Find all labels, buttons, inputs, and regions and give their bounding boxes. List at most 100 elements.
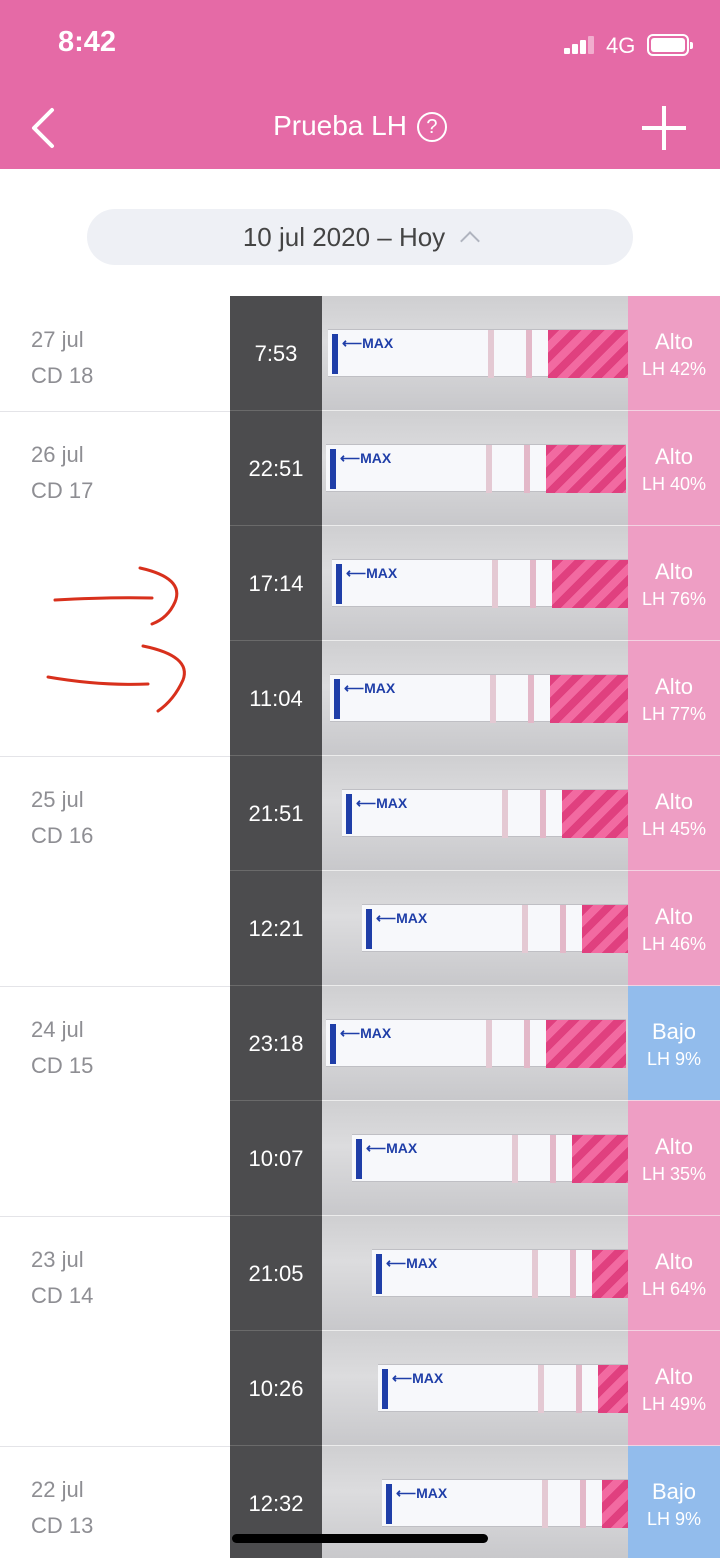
lh-level: Alto	[655, 329, 693, 354]
lh-result: Bajo LH 9%	[628, 1446, 720, 1558]
network-label: 4G	[606, 33, 636, 58]
test-row[interactable]: 10:26 ⟵MAX Alto LH 49%	[0, 1331, 720, 1446]
test-strip-photo[interactable]: ⟵MAX	[322, 411, 628, 526]
lh-percentage: LH 40%	[641, 474, 707, 494]
test-row[interactable]: 23 jul CD 14 21:05 ⟵MAX Alto LH 64%	[0, 1216, 720, 1331]
lh-result: Alto LH 46%	[628, 871, 720, 986]
strip-handle-bar	[332, 334, 338, 374]
strip-max-label: ⟵MAX	[356, 795, 408, 811]
chevron-up-icon	[460, 231, 481, 251]
cycle-day: CD 15	[31, 1053, 94, 1078]
lh-result: Alto LH 40%	[628, 411, 720, 526]
test-strip-photo[interactable]: ⟵MAX	[322, 986, 628, 1101]
control-line	[492, 560, 498, 608]
lh-percentage: LH 76%	[641, 589, 707, 609]
test-strip: ⟵MAX	[332, 559, 628, 608]
lh-percentage: LH 49%	[641, 1394, 707, 1414]
day-divider	[0, 1216, 230, 1217]
lh-percentage: LH 64%	[641, 1279, 707, 1299]
strip-logo-band	[550, 675, 628, 723]
date-range-selector[interactable]: 10 jul 2020 – Hoy	[87, 209, 633, 265]
day-label: 22 jul CD 13	[31, 1472, 93, 1544]
lh-level: Alto	[655, 904, 693, 929]
test-strip: ⟵MAX	[372, 1249, 628, 1298]
home-indicator	[232, 1534, 488, 1543]
test-strip: ⟵MAX	[326, 1019, 626, 1068]
red-arrow-annotation	[46, 566, 186, 713]
strip-max-label: ⟵MAX	[392, 1370, 444, 1386]
lh-percentage: LH 9%	[646, 1509, 702, 1529]
control-line	[532, 1250, 538, 1298]
test-line	[540, 790, 546, 838]
lh-result: Alto LH 35%	[628, 1101, 720, 1216]
add-test-button[interactable]	[640, 104, 688, 152]
strip-handle-bar	[336, 564, 342, 604]
strip-handle-bar	[366, 909, 372, 949]
test-time: 10:26	[230, 1331, 322, 1446]
strip-logo-band	[548, 330, 628, 378]
strip-logo-band	[552, 560, 628, 608]
lh-level: Alto	[655, 1364, 693, 1389]
test-strip-photo[interactable]: ⟵MAX	[322, 1101, 628, 1216]
strip-max-label: ⟵MAX	[346, 565, 398, 581]
signal-strength-icon	[564, 34, 598, 54]
test-row[interactable]: 25 jul CD 16 21:51 ⟵MAX Alto LH 45%	[0, 756, 720, 871]
lh-result: Bajo LH 9%	[628, 986, 720, 1101]
test-row[interactable]: 12:21 ⟵MAX Alto LH 46%	[0, 871, 720, 986]
test-row[interactable]: 27 jul CD 18 7:53 ⟵MAX Alto LH 42%	[0, 296, 720, 411]
test-row[interactable]: 10:07 ⟵MAX Alto LH 35%	[0, 1101, 720, 1216]
test-line	[576, 1365, 582, 1413]
control-line	[538, 1365, 544, 1413]
help-icon[interactable]: ?	[416, 112, 447, 142]
test-row[interactable]: 26 jul CD 17 22:51 ⟵MAX Alto LH 40%	[0, 411, 720, 526]
cycle-day: CD 16	[31, 823, 94, 848]
strip-handle-bar	[386, 1484, 392, 1524]
day-label: 24 jul CD 15	[31, 1012, 93, 1084]
test-line	[560, 905, 566, 953]
day-date: 22 jul	[31, 1477, 84, 1502]
test-row[interactable]: 24 jul CD 15 23:18 ⟵MAX Bajo LH 9%	[0, 986, 720, 1101]
test-strip-photo[interactable]: ⟵MAX	[322, 1216, 628, 1331]
day-date: 23 jul	[31, 1247, 84, 1272]
test-strip: ⟵MAX	[342, 789, 628, 838]
day-divider	[0, 411, 230, 412]
strip-logo-band	[546, 445, 626, 493]
test-strip-photo[interactable]: ⟵MAX	[322, 871, 628, 986]
control-line	[542, 1480, 548, 1528]
date-range-label: 10 jul 2020 – Hoy	[242, 222, 446, 252]
test-strip-photo[interactable]: ⟵MAX	[322, 756, 628, 871]
test-strip-photo[interactable]: ⟵MAX	[322, 1331, 628, 1446]
strip-logo-band	[592, 1250, 628, 1298]
day-divider	[0, 986, 230, 987]
cycle-day: CD 18	[31, 363, 94, 388]
strip-handle-bar	[376, 1254, 382, 1294]
test-time: 7:53	[230, 296, 322, 411]
strip-handle-bar	[330, 1024, 336, 1064]
test-strip-photo[interactable]: ⟵MAX	[322, 641, 628, 756]
cycle-day: CD 17	[31, 478, 94, 503]
test-time: 22:51	[230, 411, 322, 526]
page-title-text: Prueba LH	[273, 110, 407, 141]
lh-result: Alto LH 49%	[628, 1331, 720, 1446]
lh-percentage: LH 77%	[641, 704, 707, 724]
test-strip-photo[interactable]: ⟵MAX	[322, 296, 628, 411]
test-time: 10:07	[230, 1101, 322, 1216]
test-line	[530, 560, 536, 608]
test-time: 12:21	[230, 871, 322, 986]
test-strip: ⟵MAX	[328, 329, 628, 378]
cycle-day: CD 14	[31, 1283, 94, 1308]
strip-max-label: ⟵MAX	[340, 450, 392, 466]
strip-max-label: ⟵MAX	[396, 1485, 448, 1501]
day-label: 25 jul CD 16	[31, 782, 93, 854]
test-strip-photo[interactable]: ⟵MAX	[322, 526, 628, 641]
control-line	[502, 790, 508, 838]
status-time: 8:42	[58, 26, 117, 58]
lh-result: Alto LH 76%	[628, 526, 720, 641]
day-divider	[0, 756, 230, 757]
test-line	[570, 1250, 576, 1298]
control-line	[512, 1135, 518, 1183]
lh-level: Alto	[655, 789, 693, 814]
control-line	[486, 445, 492, 493]
strip-handle-bar	[346, 794, 352, 834]
test-time: 21:05	[230, 1216, 322, 1331]
